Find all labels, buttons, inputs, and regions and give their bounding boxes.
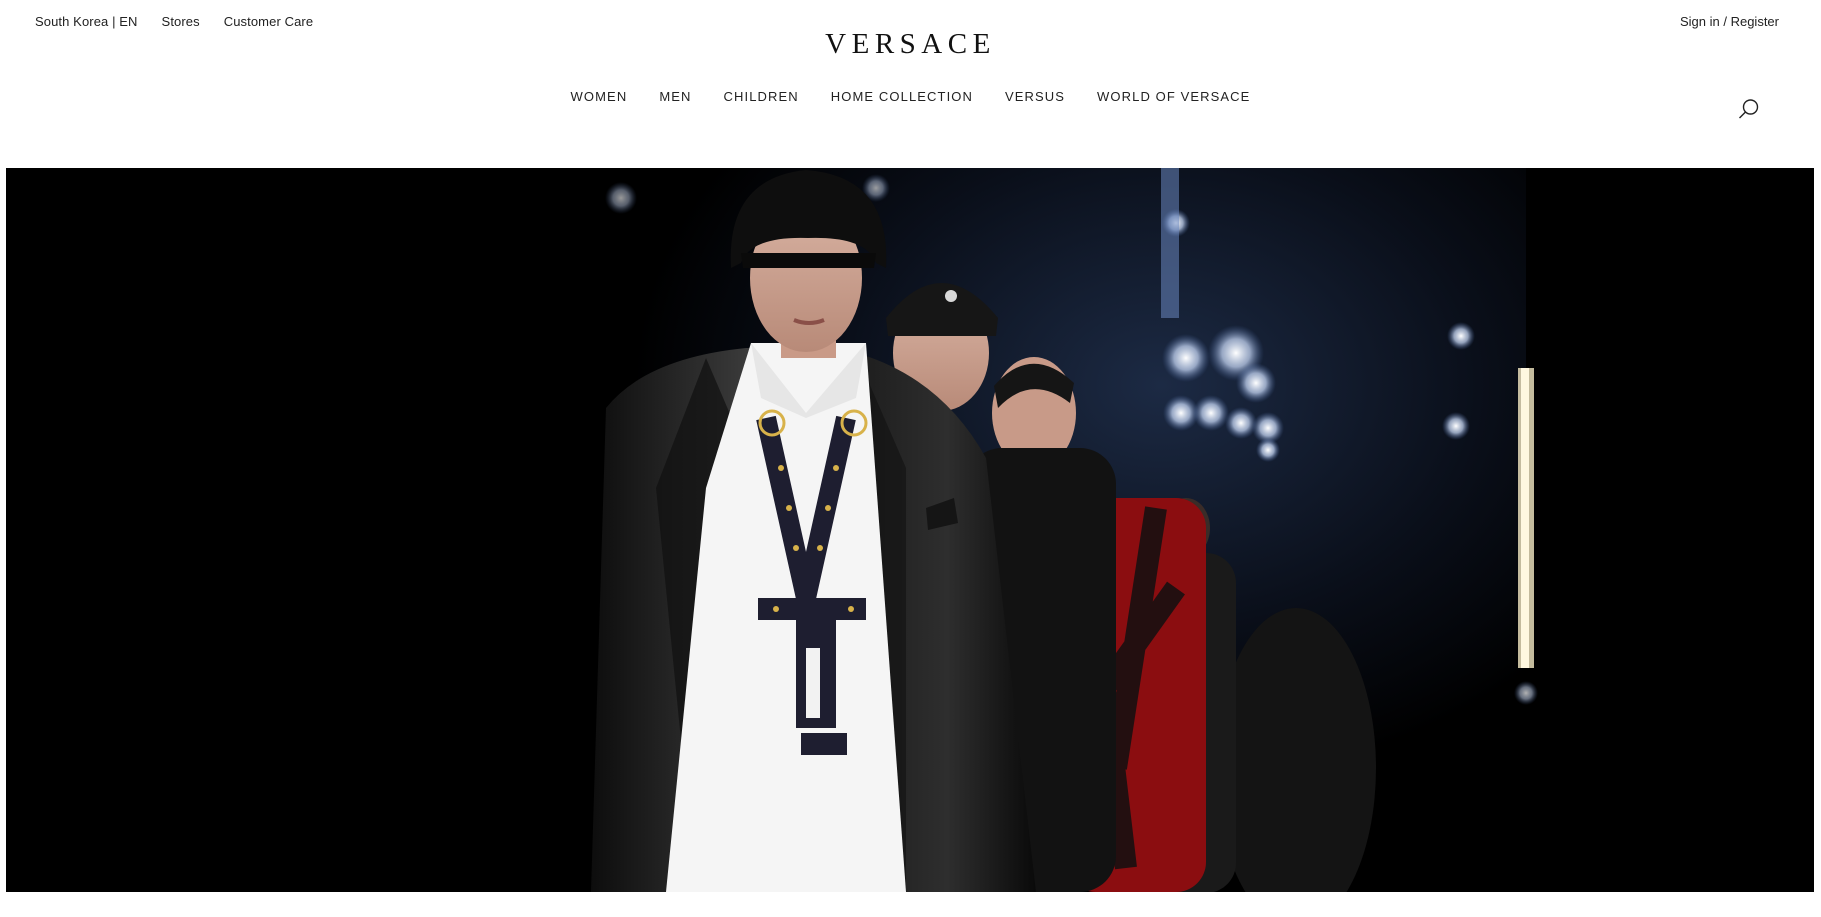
customer-care-link[interactable]: Customer Care [224, 14, 313, 29]
stores-link[interactable]: Stores [162, 14, 200, 29]
hero-banner[interactable] [6, 168, 1814, 892]
nav-item-versus[interactable]: VERSUS [1005, 89, 1065, 104]
nav-item-men[interactable]: MEN [659, 89, 691, 104]
versace-logo[interactable]: VERSACE [0, 28, 1821, 61]
main-nav: WOMEN MEN CHILDREN HOME COLLECTION VERSU… [0, 89, 1821, 104]
search-icon [1739, 99, 1759, 119]
utility-nav: South Korea | EN Stores Customer Care [35, 14, 313, 29]
search-button[interactable] [1737, 97, 1761, 121]
sign-in-register-link[interactable]: Sign in / Register [1680, 14, 1779, 29]
nav-item-home-collection[interactable]: HOME COLLECTION [831, 89, 973, 104]
country-selector[interactable]: South Korea | EN [35, 14, 138, 29]
runway-photo [6, 168, 1814, 892]
nav-item-children[interactable]: CHILDREN [724, 89, 799, 104]
nav-item-world-of-versace[interactable]: WORLD OF VERSACE [1097, 89, 1250, 104]
nav-item-women[interactable]: WOMEN [571, 89, 628, 104]
